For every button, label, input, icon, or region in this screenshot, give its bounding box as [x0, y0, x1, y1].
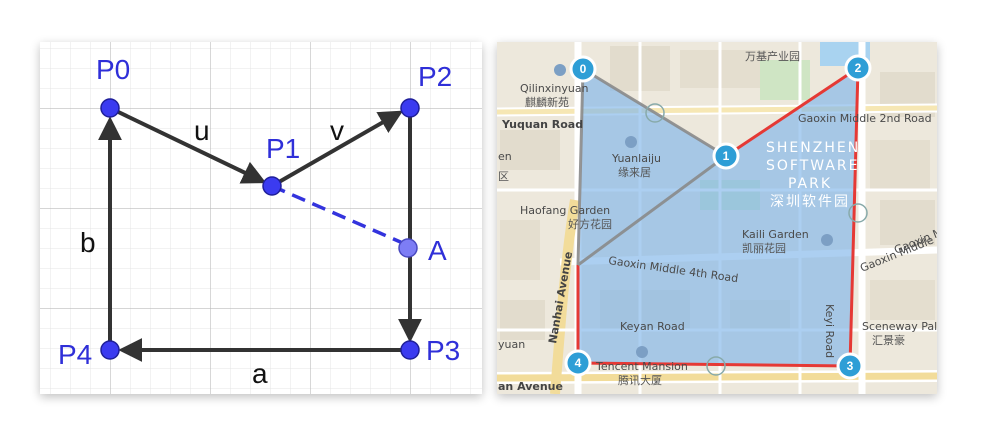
point-a: [398, 238, 418, 258]
label-tencent-cn: 腾讯大厦: [618, 373, 662, 387]
label-sceneway-cn: 汇景豪: [872, 333, 905, 347]
label-yuanlaiju-en: Yuanlaiju: [611, 152, 661, 165]
label-p3: P3: [426, 335, 460, 366]
marker-2[interactable]: 2: [844, 54, 872, 82]
label-gaoxin-middle-2nd: Gaoxin Middle 2nd Road: [798, 112, 932, 125]
marker-2-label: 2: [855, 61, 862, 75]
label-haofang-cn: 好方花园: [568, 217, 612, 231]
point-p0: [100, 98, 120, 118]
label-sceneway-en: Sceneway Pala: [862, 320, 944, 333]
marker-4[interactable]: 4: [564, 349, 592, 377]
label-shenzhen-cn: 深圳软件园: [770, 194, 850, 210]
marker-0[interactable]: 0: [569, 55, 597, 83]
map-panel: 万基产业园 Qilinxinyuan 麒麟新苑 Yuquan Road Gaox…: [497, 42, 944, 394]
poi-qilinxinyuan-icon: [554, 64, 566, 76]
label-keyi-road: Keyi Road: [823, 304, 836, 358]
label-qilinxinyuan-cn: 麒麟新苑: [525, 95, 569, 109]
scene: P0 P1 P2 P3 P4 A u v a b 万基产业园 Qilinxiny…: [40, 42, 944, 394]
label-shenzhen-line1: SHENZHEN: [766, 140, 860, 156]
marker-3-label: 3: [847, 359, 854, 373]
label-en-left: en: [498, 150, 512, 163]
marker-1-label: 1: [723, 149, 730, 163]
label-shenzhen-line3: PARK: [788, 176, 832, 192]
point-p2: [400, 98, 420, 118]
label-a: A: [428, 235, 447, 266]
label-a-vector: a: [252, 358, 268, 389]
point-p3: [400, 340, 420, 360]
poi-kaili-icon: [821, 234, 833, 246]
label-yuquan-road: Yuquan Road: [501, 118, 583, 131]
label-yuanlaiju-cn: 缘来居: [618, 166, 651, 179]
vector-diagram-panel: P0 P1 P2 P3 P4 A u v a b: [40, 42, 482, 394]
label-kaili-cn: 凯丽花园: [742, 242, 786, 255]
label-b-vector: b: [80, 227, 96, 258]
label-v: v: [330, 115, 344, 146]
label-haofang-en: Haofang Garden: [520, 204, 610, 217]
label-kaili-en: Kaili Garden: [742, 228, 809, 241]
poi-yuanlaiju-icon: [625, 136, 637, 148]
marker-1[interactable]: 1: [712, 142, 740, 170]
marker-0-label: 0: [580, 62, 587, 76]
label-keyan-road: Keyan Road: [620, 320, 685, 333]
label-wanji: 万基产业园: [745, 49, 800, 63]
label-p0: P0: [96, 54, 130, 85]
label-tencent-en: Tencent Mansion: [595, 360, 688, 373]
marker-3[interactable]: 3: [836, 352, 864, 380]
label-p1: P1: [266, 133, 300, 164]
label-yuan-left: yuan: [498, 338, 525, 351]
marker-4-label: 4: [575, 356, 582, 370]
label-p2: P2: [418, 61, 452, 92]
label-an-avenue: an Avenue: [498, 380, 563, 393]
label-u: u: [194, 115, 210, 146]
point-p1: [262, 176, 282, 196]
label-shenzhen-line2: SOFTWARE: [766, 158, 860, 174]
label-qilinxinyuan-en: Qilinxinyuan: [520, 82, 589, 95]
label-p4: P4: [58, 339, 92, 370]
poi-tencent-icon: [636, 346, 648, 358]
point-p4: [100, 340, 120, 360]
label-qu-left: 区: [498, 170, 509, 183]
